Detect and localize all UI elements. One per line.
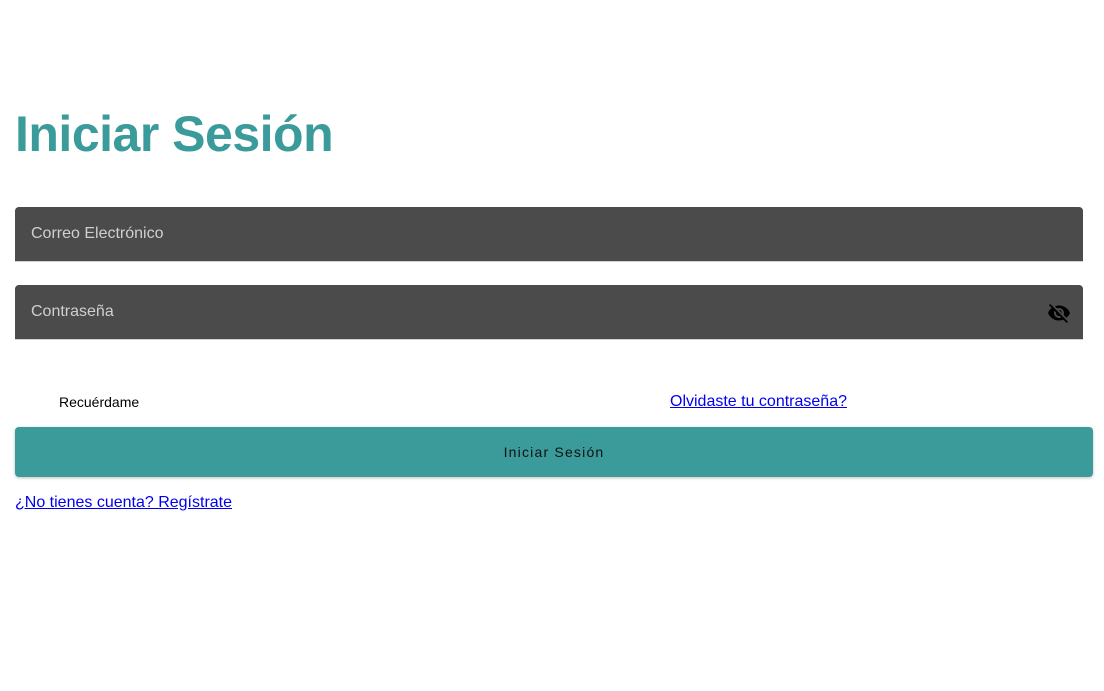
forgot-password-link[interactable]: Olvidaste tu contraseña? bbox=[670, 392, 847, 411]
password-field[interactable] bbox=[15, 285, 1083, 340]
email-field[interactable] bbox=[15, 207, 1083, 262]
login-page: Iniciar Sesión Recuérdame Olvidaste tu c… bbox=[0, 0, 1104, 691]
remember-me-label[interactable]: Recuérdame bbox=[59, 394, 139, 410]
password-input[interactable] bbox=[15, 285, 1083, 339]
login-button[interactable]: Iniciar Sesión bbox=[15, 427, 1093, 477]
page-title: Iniciar Sesión bbox=[15, 106, 334, 162]
register-link[interactable]: ¿No tienes cuenta? Regístrate bbox=[15, 493, 232, 512]
email-input[interactable] bbox=[15, 207, 1083, 261]
eye-off-icon[interactable] bbox=[1047, 301, 1071, 325]
